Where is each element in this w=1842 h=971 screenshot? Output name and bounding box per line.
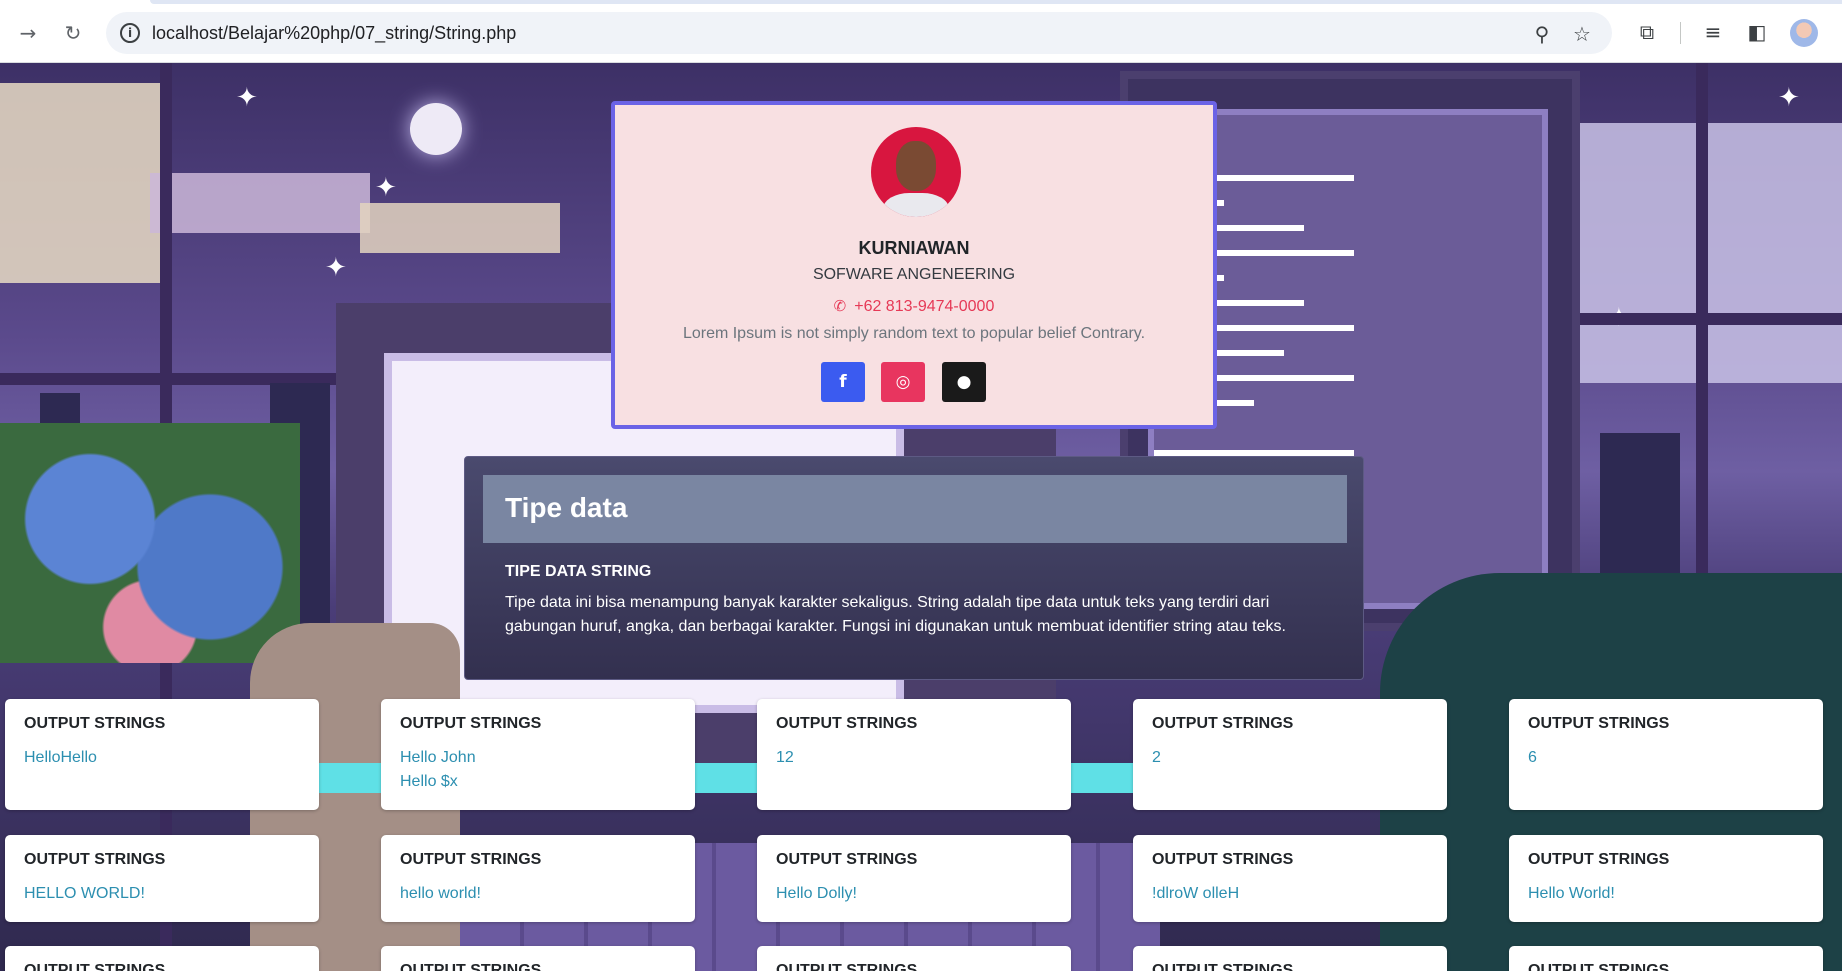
output-card: OUTPUT STRINGS 2: [1133, 699, 1447, 810]
output-card-title: OUTPUT STRINGS: [24, 715, 166, 732]
tipe-data-subtitle: TIPE DATA STRING: [505, 563, 652, 580]
output-card: OUTPUT STRINGS 12: [757, 699, 1071, 810]
cloud-shape: [0, 83, 160, 283]
output-card-title: OUTPUT STRINGS: [1528, 851, 1670, 868]
output-card-value: 6: [1528, 749, 1537, 766]
output-card: OUTPUT STRINGS: [381, 946, 695, 971]
github-icon: ●: [956, 372, 972, 392]
cloud-shape: [360, 203, 560, 253]
avatar-shirt: [883, 193, 949, 217]
output-card-title: OUTPUT STRINGS: [1528, 962, 1670, 971]
site-info-icon[interactable]: i: [120, 23, 140, 43]
moon-shape: [410, 103, 462, 155]
output-card-value: 2: [1152, 749, 1161, 766]
facebook-icon: f: [839, 372, 847, 392]
tipe-data-card: Tipe data TIPE DATA STRING Tipe data ini…: [464, 456, 1364, 680]
output-card-title: OUTPUT STRINGS: [776, 851, 918, 868]
output-card-value: HELLO WORLD!: [24, 885, 145, 902]
output-card: OUTPUT STRINGS Hello World!: [1509, 835, 1823, 922]
output-card: OUTPUT STRINGS: [5, 946, 319, 971]
output-card: OUTPUT STRINGS: [1133, 946, 1447, 971]
forward-icon[interactable]: →: [12, 17, 44, 49]
instagram-icon: ◎: [895, 372, 911, 392]
bookmark-star-icon[interactable]: ☆: [1568, 20, 1596, 48]
profile-name: KURNIAWAN: [858, 238, 970, 258]
extensions-icon[interactable]: ⧉: [1632, 17, 1662, 47]
browser-toolbar: → ↻ i localhost/Belajar%20php/07_string/…: [0, 0, 1842, 63]
instagram-button[interactable]: ◎: [881, 362, 925, 402]
toolbar-divider: [1680, 22, 1681, 44]
output-card: OUTPUT STRINGS HelloHello: [5, 699, 319, 810]
profile-role: SOFWARE ANGENEERING: [812, 266, 1016, 283]
output-card: OUTPUT STRINGS hello world!: [381, 835, 695, 922]
profile-avatar[interactable]: [1790, 19, 1818, 47]
avatar-face: [896, 141, 936, 191]
star-icon: ✦: [325, 253, 347, 283]
output-card-value: 12: [776, 749, 794, 766]
output-card: OUTPUT STRINGS: [1509, 946, 1823, 971]
tipe-data-text: Tipe data ini bisa menampung banyak kara…: [505, 594, 1286, 635]
tipe-data-title: Tipe data: [505, 492, 628, 523]
output-card-value: Hello Dolly!: [776, 885, 857, 902]
output-card-value: !dlroW olleH: [1152, 885, 1240, 902]
address-bar[interactable]: i localhost/Belajar%20php/07_string/Stri…: [106, 12, 1612, 54]
output-card-value: hello world!: [400, 885, 481, 902]
facebook-button[interactable]: f: [821, 362, 865, 402]
cloud-shape: [1580, 123, 1842, 383]
output-card-title: OUTPUT STRINGS: [24, 851, 166, 868]
tipe-data-header: Tipe data: [483, 475, 1347, 543]
output-card-title: OUTPUT STRINGS: [24, 962, 166, 971]
avatar: [871, 127, 961, 217]
star-icon: ✦: [236, 83, 258, 113]
star-icon: ✦: [375, 173, 397, 203]
profile-description: Lorem Ipsum is not simply random text to…: [682, 325, 1146, 342]
profile-phone[interactable]: ✆ +62 813-9474-0000: [615, 297, 1213, 316]
cloud-shape: [150, 173, 370, 233]
phone-number[interactable]: +62 813-9474-0000: [854, 298, 994, 315]
output-card-title: OUTPUT STRINGS: [776, 715, 918, 732]
output-card: OUTPUT STRINGS Hello Dolly!: [757, 835, 1071, 922]
output-card: OUTPUT STRINGS HELLO WORLD!: [5, 835, 319, 922]
output-card: OUTPUT STRINGS Hello John Hello $x: [381, 699, 695, 810]
output-card-title: OUTPUT STRINGS: [1152, 962, 1294, 971]
output-card-title: OUTPUT STRINGS: [1152, 715, 1294, 732]
output-card-value: Hello World!: [1528, 885, 1615, 902]
reload-icon[interactable]: ↻: [57, 17, 89, 49]
window-frame: [1580, 313, 1842, 325]
phone-icon: ✆: [833, 297, 847, 315]
output-card-title: OUTPUT STRINGS: [1152, 851, 1294, 868]
output-card-title: OUTPUT STRINGS: [1528, 715, 1670, 732]
zoom-icon[interactable]: ⚲: [1528, 20, 1556, 48]
profile-card: KURNIAWAN SOFWARE ANGENEERING ✆ +62 813-9…: [611, 101, 1217, 429]
output-card-title: OUTPUT STRINGS: [400, 962, 542, 971]
output-card-title: OUTPUT STRINGS: [776, 962, 918, 971]
star-icon: ✦: [1778, 83, 1800, 113]
output-card: OUTPUT STRINGS 6: [1509, 699, 1823, 810]
output-card-value: Hello John Hello $x: [400, 749, 476, 790]
output-card-title: OUTPUT STRINGS: [400, 851, 542, 868]
side-panel-icon[interactable]: ◧: [1742, 17, 1772, 47]
flowers-illustration: [0, 423, 300, 663]
output-card: OUTPUT STRINGS !dlroW olleH: [1133, 835, 1447, 922]
media-icon[interactable]: ≡: [1698, 17, 1728, 47]
output-card-value: HelloHello: [24, 749, 97, 766]
output-card-title: OUTPUT STRINGS: [400, 715, 542, 732]
github-button[interactable]: ●: [942, 362, 986, 402]
url-text[interactable]: localhost/Belajar%20php/07_string/String…: [152, 23, 516, 44]
tab-strip-edge: [150, 0, 1842, 4]
output-card: OUTPUT STRINGS: [757, 946, 1071, 971]
